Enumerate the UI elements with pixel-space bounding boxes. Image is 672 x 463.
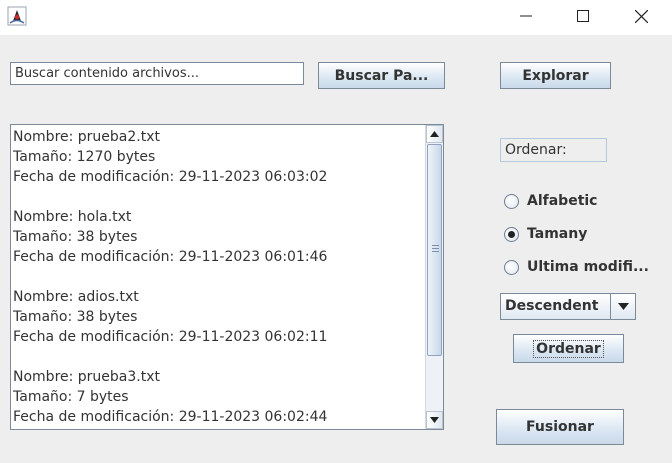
- arrow-down-icon: [430, 417, 439, 423]
- radio-indicator: [504, 193, 519, 209]
- maximize-icon: [577, 10, 589, 22]
- vertical-scrollbar[interactable]: [425, 125, 443, 429]
- sort-direction-value: Descendent: [505, 298, 599, 314]
- radio-label: Alfabetic: [527, 193, 598, 209]
- java-duke-icon: [7, 6, 27, 26]
- radio-label: Tamany: [527, 226, 588, 242]
- chevron-down-icon: [617, 303, 629, 310]
- dropdown-arrow-button[interactable]: [610, 294, 635, 319]
- results-textarea[interactable]: Nombre: prueba2.txt Tamaño: 1270 bytes F…: [10, 124, 444, 430]
- sort-direction-select[interactable]: Descendent: [500, 293, 636, 320]
- minimize-icon: [520, 15, 532, 17]
- scrollbar-thumb[interactable]: [427, 144, 442, 356]
- sort-label: Ordenar:: [500, 138, 607, 162]
- scroll-down-button[interactable]: [426, 411, 443, 429]
- ordenar-button[interactable]: Ordenar: [513, 334, 624, 363]
- maximize-button[interactable]: [560, 0, 606, 32]
- radio-indicator: [504, 226, 519, 242]
- ordenar-button-label: Ordenar: [533, 339, 604, 358]
- scroll-up-button[interactable]: [426, 125, 443, 143]
- search-button[interactable]: Buscar Pa...: [318, 62, 445, 89]
- arrow-up-icon: [430, 131, 439, 137]
- minimize-button[interactable]: [503, 0, 549, 32]
- radio-tamany[interactable]: Tamany: [504, 224, 587, 244]
- title-bar: [0, 0, 672, 35]
- radio-alfabetic[interactable]: Alfabetic: [504, 191, 597, 211]
- close-icon: [634, 9, 648, 23]
- radio-indicator: [504, 259, 519, 275]
- radio-ultima-modificacion[interactable]: Ultima modifi...: [504, 257, 649, 277]
- search-input[interactable]: [10, 62, 304, 85]
- explorar-button[interactable]: Explorar: [500, 62, 611, 89]
- fusionar-button[interactable]: Fusionar: [496, 409, 624, 445]
- radio-label: Ultima modifi...: [527, 259, 649, 275]
- close-button[interactable]: [618, 0, 664, 32]
- results-text: Nombre: prueba2.txt Tamaño: 1270 bytes F…: [13, 129, 328, 425]
